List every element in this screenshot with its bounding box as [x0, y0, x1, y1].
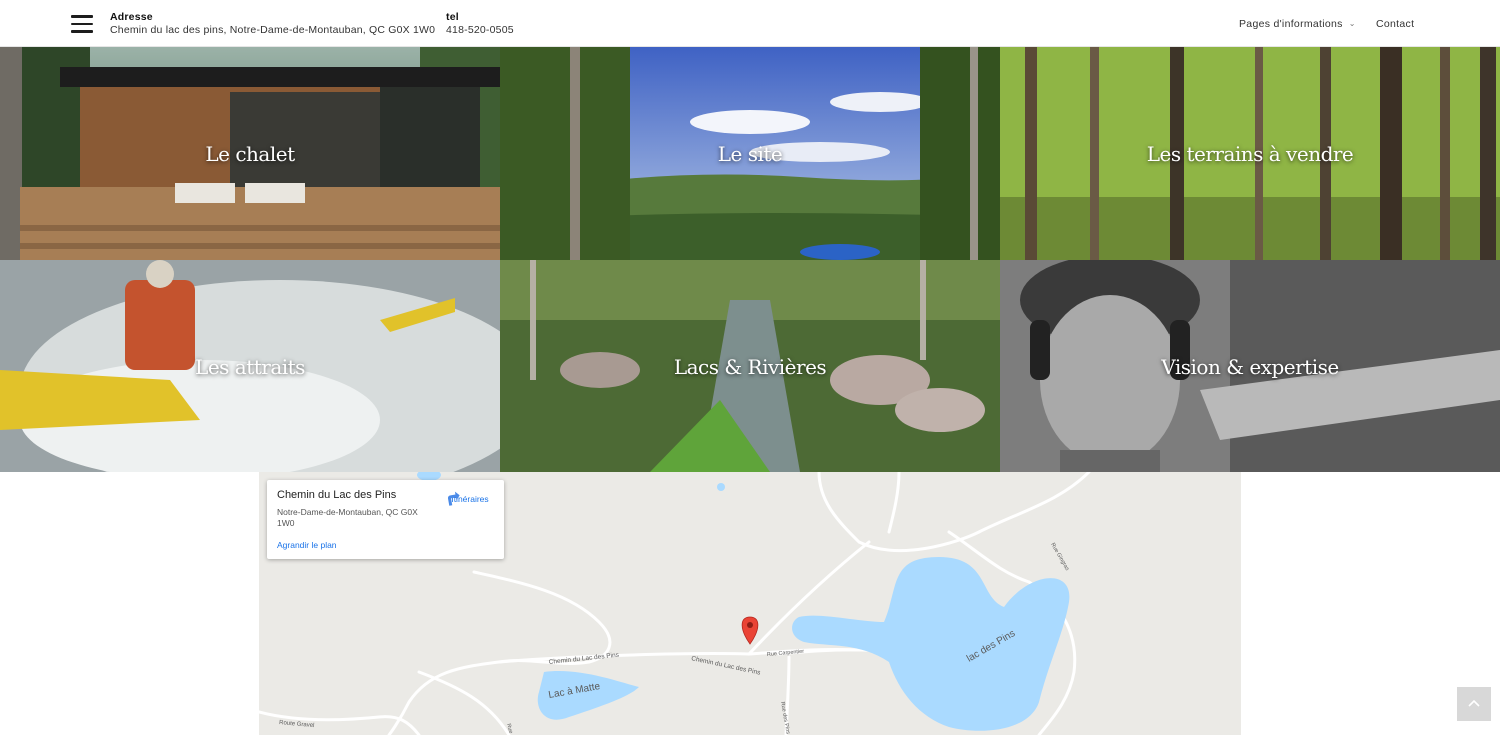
map-enlarge-link[interactable]: Agrandir le plan: [277, 540, 337, 550]
tile-vision-expertise-label: Vision & expertise: [1161, 354, 1339, 379]
tile-terrains[interactable]: Les terrains à vendre: [1000, 47, 1500, 260]
tile-vision-expertise[interactable]: Vision & expertise: [1000, 260, 1500, 473]
nav-info-pages-label: Pages d'informations: [1239, 18, 1343, 30]
map-label-rue-carpentier: Rue Carpentier: [767, 649, 805, 658]
directions-icon: [448, 491, 460, 506]
map-label-road-2: Chemin du Lac des Pins: [691, 655, 762, 677]
tile-site[interactable]: Le site: [500, 47, 1000, 260]
chevron-down-icon: ⌄: [1348, 19, 1356, 28]
map-label-rue-des-pins-1: Rue des Pins: [779, 701, 791, 735]
tile-chalet[interactable]: Le chalet: [0, 47, 500, 260]
address-label: Adresse: [110, 11, 153, 23]
site-header: Adresse Chemin du lac des pins, Notre-Da…: [0, 0, 1500, 47]
hamburger-icon[interactable]: [71, 15, 93, 33]
tile-terrains-label: Les terrains à vendre: [1146, 141, 1354, 166]
nav-info-pages[interactable]: Pages d'informations ⌄: [1239, 18, 1356, 30]
map-place-title: Chemin du Lac des Pins: [277, 489, 397, 501]
map-directions-button[interactable]: Itinéraires: [445, 490, 495, 506]
tile-lacs-rivieres-label: Lacs & Rivières: [673, 354, 827, 379]
address-block: Adresse Chemin du lac des pins, Notre-Da…: [110, 11, 435, 37]
phone-value[interactable]: 418-520-0505: [446, 24, 514, 37]
tile-chalet-label: Le chalet: [205, 141, 295, 166]
map-info-card: Chemin du Lac des Pins Notre-Dame-de-Mon…: [267, 480, 504, 559]
map-label-route-gravel: Route Gravel: [279, 720, 315, 729]
tile-attraits-label: Les attraits: [195, 354, 305, 379]
map-place-address: Notre-Dame-de-Montauban, QC G0X 1W0: [277, 507, 418, 528]
arrow-up-icon[interactable]: [1457, 687, 1491, 721]
map-marker-icon[interactable]: [741, 616, 759, 645]
tile-lacs-rivieres[interactable]: Lacs & Rivières: [500, 260, 1000, 473]
phone-label: tel: [446, 11, 459, 23]
nav-contact[interactable]: Contact: [1376, 18, 1414, 30]
address-value: Chemin du lac des pins, Notre-Dame-de-Mo…: [110, 24, 436, 36]
map-embed[interactable]: Lac à Matte lac des Pins Chemin du Lac d…: [259, 472, 1241, 735]
tile-site-label: Le site: [717, 141, 783, 166]
tile-attraits[interactable]: Les attraits: [0, 260, 500, 473]
map-label-rue-gingras: Rue Gingras: [1049, 542, 1070, 572]
phone-block: tel 418-520-0505: [446, 11, 514, 37]
